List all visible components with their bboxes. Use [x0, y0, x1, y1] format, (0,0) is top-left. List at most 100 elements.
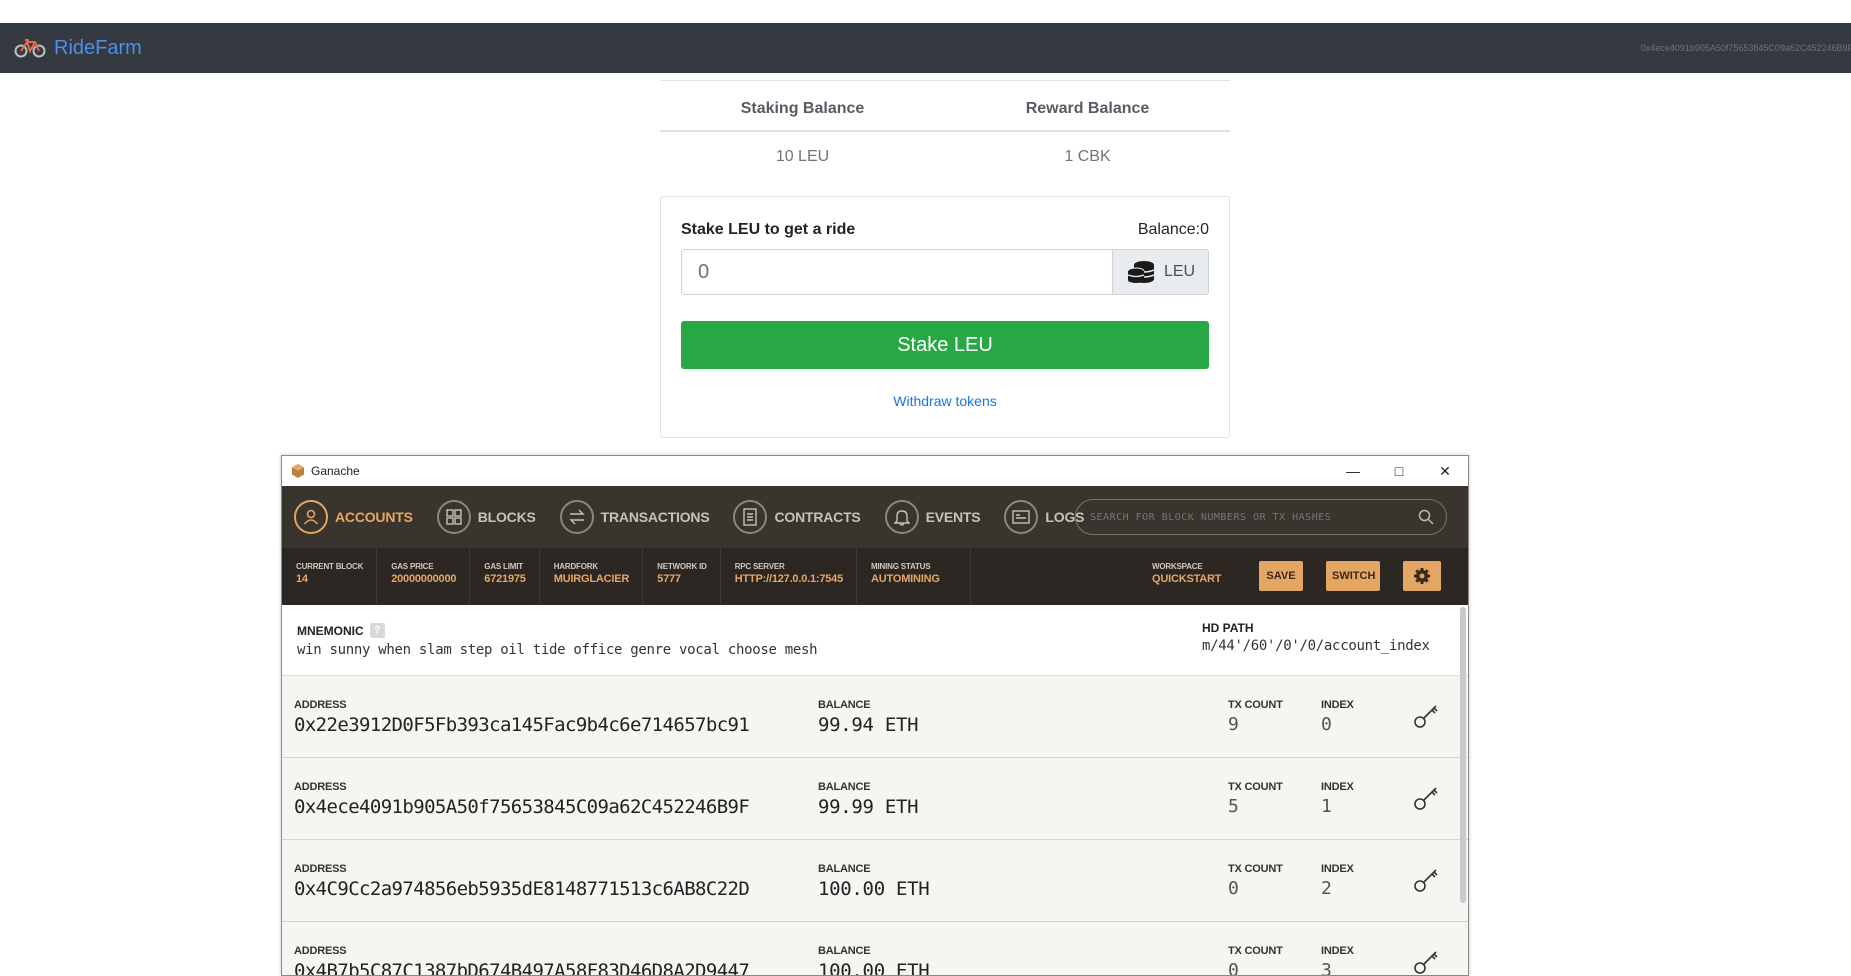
stat-value: MUIRGLACIER — [553, 573, 630, 585]
ganache-status-bar: CURRENT BLOCK 14 GAS PRICE 20000000000 G… — [282, 548, 1468, 605]
person-icon — [294, 500, 328, 534]
account-address: 0x4ece4091b905A50f75653845C09a62C452246B… — [294, 796, 750, 818]
maximize-icon[interactable]: □ — [1376, 456, 1422, 486]
staking-balance-value: 10 LEU — [775, 148, 830, 165]
staking-balance-header: Staking Balance — [740, 100, 865, 117]
stake-button[interactable]: Stake LEU — [681, 321, 1209, 369]
brand-link[interactable]: RideFarm — [14, 37, 142, 60]
settings-button[interactable] — [1403, 561, 1441, 591]
gear-icon — [1414, 568, 1430, 584]
divider — [660, 80, 1230, 81]
nav-accounts-label: ACCOUNTS — [335, 509, 413, 525]
nav-logs[interactable]: LOGS — [1004, 500, 1084, 534]
address-label: ADDRESS — [294, 863, 347, 875]
reward-balance-header: Reward Balance — [1025, 100, 1150, 117]
nav-contracts[interactable]: CONTRACTS — [733, 500, 861, 534]
nav-accounts[interactable]: ACCOUNTS — [294, 500, 413, 534]
account-tx-count: 9 — [1228, 714, 1239, 735]
token-addon: LEU — [1113, 249, 1209, 295]
balance-table: Staking Balance Reward Balance 10 LEU 1 … — [660, 88, 1230, 182]
account-address: 0x4ece4091b905A50f75653845C09a62C452246B… — [1640, 43, 1851, 53]
balance-label: BALANCE — [818, 863, 871, 875]
nav-transactions[interactable]: TRANSACTIONS — [559, 500, 710, 534]
account-address: 0x22e3912D0F5Fb393ca145Fac9b4c6e714657bc… — [294, 714, 750, 736]
key-icon[interactable] — [1412, 782, 1440, 812]
account-balance: 100.00 ETH — [818, 878, 930, 900]
account-row: ADDRESS 0x4B7b5C87C1387bD674B497A58F83D4… — [282, 922, 1468, 976]
ganache-nav: ACCOUNTS BLOCKS TRANSACTIONS CONTRACTS E… — [282, 486, 1468, 548]
balance-label: BALANCE — [818, 699, 871, 711]
index-label: INDEX — [1321, 945, 1354, 957]
stake-amount-input[interactable] — [681, 249, 1113, 295]
key-icon[interactable] — [1412, 700, 1440, 730]
bicycle-icon — [14, 39, 46, 58]
nav-blocks-label: BLOCKS — [477, 509, 536, 525]
account-index: 2 — [1321, 878, 1332, 899]
stat-workspace: WORKSPACE QUICKSTART — [1152, 562, 1221, 585]
account-balance: 99.94 ETH — [818, 714, 919, 736]
stat-current-block: CURRENT BLOCK 14 — [282, 548, 378, 605]
account-row: ADDRESS 0x4ece4091b905A50f75653845C09a62… — [282, 758, 1468, 840]
stat-label: GAS PRICE — [391, 562, 434, 571]
balance-label: BALANCE — [818, 945, 871, 957]
account-row: ADDRESS 0x4C9Cc2a974856eb5935dE814877151… — [282, 840, 1468, 922]
stat-value: QUICKSTART — [1152, 573, 1222, 585]
stake-input-group: LEU — [681, 249, 1209, 297]
brand-name: RideFarm — [54, 36, 142, 59]
terminal-icon — [1004, 500, 1039, 534]
index-label: INDEX — [1321, 699, 1354, 711]
stat-label: CURRENT BLOCK — [296, 562, 364, 571]
search-box — [1075, 499, 1447, 535]
stat-gas-limit: GAS LIMIT 6721975 — [470, 548, 540, 605]
hd-path-label: HD PATH — [1202, 621, 1254, 635]
withdraw-tokens-link[interactable]: Withdraw tokens — [661, 393, 1229, 409]
account-index: 1 — [1321, 796, 1332, 817]
stake-card: Stake LEU to get a ride Balance:0 LEU St… — [660, 196, 1230, 438]
coins-icon — [1127, 261, 1155, 283]
account-balance: 99.99 ETH — [818, 796, 919, 818]
save-button[interactable]: SAVE — [1259, 561, 1303, 591]
minimize-icon[interactable]: — — [1330, 456, 1376, 486]
index-label: INDEX — [1321, 781, 1354, 793]
nav-blocks[interactable]: BLOCKS — [436, 500, 536, 534]
address-label: ADDRESS — [294, 945, 347, 957]
stat-gas-price: GAS PRICE 20000000000 — [377, 548, 471, 605]
address-label: ADDRESS — [294, 699, 347, 711]
stat-label: RPC SERVER — [734, 562, 785, 571]
nav-events-label: EVENTS — [925, 509, 981, 525]
balance-label: BALANCE — [818, 781, 871, 793]
stat-value: 20000000000 — [391, 573, 457, 585]
nav-transactions-label: TRANSACTIONS — [600, 509, 710, 525]
key-icon[interactable] — [1412, 864, 1440, 894]
account-address: 0x4C9Cc2a974856eb5935dE8148771513c6AB8C2… — [294, 878, 750, 900]
search-icon[interactable] — [1418, 509, 1434, 525]
scrollbar[interactable] — [1460, 607, 1466, 903]
stat-value: 5777 — [657, 573, 681, 585]
stat-value: AUTOMINING — [871, 573, 940, 585]
nav-events[interactable]: EVENTS — [884, 500, 981, 534]
tx-count-label: TX COUNT — [1228, 781, 1283, 793]
tx-count-label: TX COUNT — [1228, 699, 1283, 711]
ganache-window-title: Ganache — [311, 464, 360, 478]
mnemonic-phrase: win sunny when slam step oil tide office… — [297, 642, 818, 658]
stake-title: Stake LEU to get a ride — [681, 221, 856, 238]
address-label: ADDRESS — [294, 781, 347, 793]
accounts-list: ADDRESS 0x22e3912D0F5Fb393ca145Fac9b4c6e… — [282, 676, 1468, 976]
bell-icon — [884, 500, 919, 534]
ganache-logo-icon — [292, 464, 304, 478]
search-input[interactable] — [1088, 510, 1418, 524]
key-icon[interactable] — [1412, 946, 1440, 976]
account-index: 0 — [1321, 714, 1332, 735]
stat-label: NETWORK ID — [657, 562, 707, 571]
tx-count-label: TX COUNT — [1228, 945, 1283, 957]
stat-value: 14 — [296, 573, 308, 585]
close-icon[interactable]: ✕ — [1422, 456, 1468, 486]
help-icon[interactable]: ? — [369, 623, 385, 638]
stat-value: HTTP://127.0.0.1:7545 — [734, 573, 844, 585]
account-tx-count: 0 — [1228, 878, 1239, 899]
reward-balance-value: 1 CBK — [1064, 148, 1111, 165]
grid-icon — [436, 500, 471, 534]
switch-button[interactable]: SWITCH — [1326, 561, 1380, 591]
index-label: INDEX — [1321, 863, 1354, 875]
stat-rpc-server: RPC SERVER HTTP://127.0.0.1:7545 — [721, 548, 858, 605]
